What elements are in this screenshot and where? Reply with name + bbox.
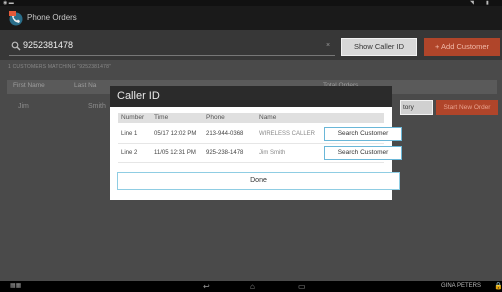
- line-label: Line 1: [121, 131, 138, 137]
- search-customer-button[interactable]: Search Customer: [324, 127, 402, 141]
- search-underline: [9, 55, 335, 56]
- recent-apps-icon[interactable]: ▭: [298, 282, 306, 291]
- caller-name: WIRELESS CALLER: [259, 131, 316, 137]
- app-bar: Phone Orders: [0, 6, 502, 30]
- caller-phone: 213-944-0368: [206, 131, 244, 137]
- clear-search-button[interactable]: ×: [326, 42, 330, 49]
- start-new-order-button[interactable]: Start New Order: [436, 100, 498, 115]
- back-icon[interactable]: ↩: [203, 282, 210, 291]
- caller-row: Line 1 05/17 12:02 PM 213-944-0368 WIREL…: [118, 126, 402, 144]
- show-caller-id-button[interactable]: Show Caller ID: [341, 38, 417, 56]
- col-last-name: Last Na: [74, 82, 97, 89]
- call-time: 11/05 12:31 PM: [154, 150, 196, 156]
- caller-table-header: Number Time Phone Name: [118, 113, 384, 123]
- caller-phone: 925-238-1478: [206, 150, 244, 156]
- caller-row: Line 2 11/05 12:31 PM 925-238-1478 Jim S…: [118, 145, 402, 163]
- search-input[interactable]: 9252381478: [23, 40, 73, 50]
- row-last-name: Smith: [88, 103, 106, 110]
- search-customer-button[interactable]: Search Customer: [324, 146, 402, 160]
- col-first-name: First Name: [13, 82, 45, 89]
- caller-id-dialog: Caller ID Number Time Phone Name Line 1 …: [110, 86, 402, 200]
- col-number: Number: [121, 114, 145, 121]
- dialog-title: Caller ID: [117, 90, 160, 102]
- phone-logo-icon: [9, 11, 23, 26]
- dialog-titlebar: Caller ID: [110, 86, 392, 107]
- col-time: Time: [154, 114, 169, 121]
- col-phone: Phone: [206, 114, 225, 121]
- call-time: 05/17 12:02 PM: [154, 131, 197, 137]
- matching-count: 1 CUSTOMERS MATCHING "9252381478": [8, 64, 112, 70]
- line-label: Line 2: [121, 150, 138, 156]
- system-nav-bar: ▦▦ ↩ ⌂ ▭ GINA PETERS 🔒: [0, 281, 502, 292]
- lock-icon[interactable]: 🔒: [494, 282, 502, 291]
- order-history-button[interactable]: tory: [400, 100, 433, 115]
- search-icon: [11, 41, 21, 51]
- home-icon[interactable]: ⌂: [250, 282, 255, 291]
- done-button[interactable]: Done: [117, 172, 400, 190]
- keyboard-icon[interactable]: ▦▦: [10, 282, 21, 291]
- col-name: Name: [259, 114, 277, 121]
- add-customer-button[interactable]: + Add Customer: [424, 38, 500, 56]
- row-first-name: Jim: [18, 103, 29, 110]
- user-name: GINA PETERS: [441, 283, 482, 289]
- caller-name: Jim Smith: [259, 150, 286, 156]
- app-title: Phone Orders: [27, 13, 77, 22]
